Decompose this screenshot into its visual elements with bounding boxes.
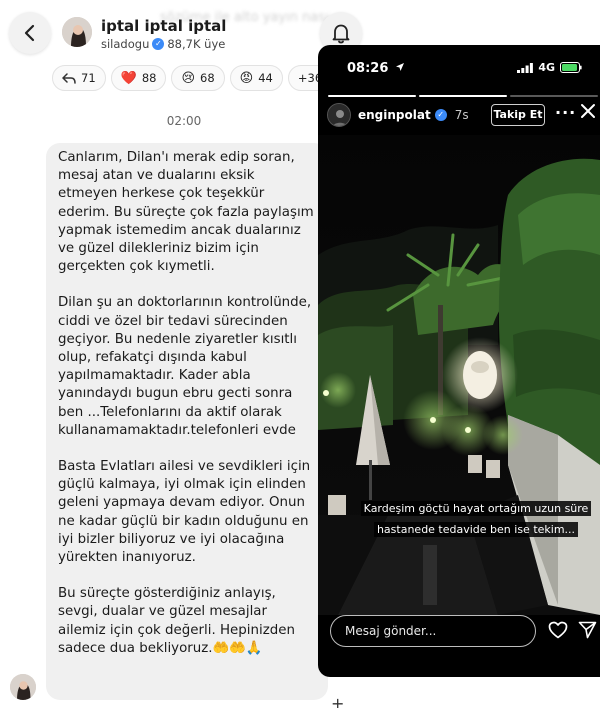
network-type: 4G bbox=[538, 61, 555, 74]
back-arrow-icon bbox=[24, 24, 35, 42]
verified-icon: ✓ bbox=[434, 109, 447, 121]
reaction-sad-chip[interactable]: 😢 68 bbox=[171, 65, 225, 91]
story-avatar[interactable] bbox=[327, 103, 351, 127]
back-button[interactable] bbox=[9, 12, 51, 54]
location-arrow-icon bbox=[395, 63, 404, 71]
channel-avatar[interactable] bbox=[62, 17, 92, 47]
reaction-count: 71 bbox=[81, 71, 96, 85]
battery-icon bbox=[560, 62, 582, 73]
message-paragraph: Dilan şu an doktorlarının kontrolünde, c… bbox=[58, 295, 312, 438]
channel-members: 88,7K üye bbox=[167, 37, 226, 51]
message-paragraph: Bu süreçte gösterdiğiniz anlayış, sevgi,… bbox=[58, 586, 295, 656]
story-viewer: 08:26 4G enginpolat ✓ 7s Takip Et ··· Ka… bbox=[318, 45, 600, 677]
message-reply-input[interactable]: Mesaj gönder... bbox=[330, 615, 536, 647]
status-bar: 08:26 4G bbox=[318, 45, 600, 91]
heart-emoji-icon: ❤️ bbox=[120, 70, 137, 86]
message-paragraph: Basta Evlatları ailesi ve sevdikleri içi… bbox=[58, 459, 311, 566]
follow-button[interactable]: Takip Et bbox=[491, 104, 545, 126]
bell-icon bbox=[332, 24, 350, 44]
progress-segment bbox=[328, 95, 416, 97]
angry-emoji-icon: 😡 bbox=[239, 70, 254, 86]
story-progress bbox=[328, 95, 598, 97]
channel-name[interactable]: iptal iptal iptal bbox=[101, 17, 226, 35]
status-right: 4G bbox=[517, 61, 582, 74]
progress-segment bbox=[419, 95, 507, 97]
story-user[interactable]: enginpolat ✓ 7s bbox=[358, 108, 469, 122]
sender-avatar[interactable] bbox=[10, 674, 36, 700]
channel-handle: siladogu bbox=[101, 37, 150, 51]
reaction-heart-chip[interactable]: ❤️ 88 bbox=[110, 65, 167, 91]
message-timestamp: 02:00 bbox=[166, 114, 202, 128]
message-paragraph: Canlarım, Dilan'ı merak edip soran, mesa… bbox=[58, 150, 314, 275]
story-photo bbox=[318, 135, 600, 615]
verified-icon: ✓ bbox=[152, 38, 165, 50]
heart-icon[interactable] bbox=[548, 621, 568, 639]
reaction-angry-chip[interactable]: 😡 44 bbox=[229, 65, 283, 91]
reaction-count: 88 bbox=[141, 71, 157, 85]
reactions-bar: 71 ❤️ 88 😢 68 😡 44 +36 bbox=[52, 65, 333, 91]
progress-segment bbox=[510, 95, 598, 97]
sad-emoji-icon: 😢 bbox=[181, 70, 196, 86]
story-username: enginpolat bbox=[358, 108, 431, 122]
reaction-count: 68 bbox=[200, 71, 215, 85]
signal-icon bbox=[517, 62, 534, 73]
status-clock: 08:26 bbox=[347, 61, 405, 76]
reply-arrow-icon bbox=[62, 72, 76, 84]
story-caption: Kardeşim göçtü hayat ortağım uzun süre h… bbox=[334, 497, 600, 539]
message-bubble[interactable]: Canlarım, Dilan'ı merak edip soran, mesa… bbox=[46, 143, 328, 700]
more-options-icon[interactable]: ··· bbox=[555, 103, 576, 122]
send-icon[interactable] bbox=[578, 621, 597, 639]
channel-subtitle: siladogu ✓ 88,7K üye bbox=[101, 37, 225, 51]
close-icon[interactable] bbox=[580, 103, 596, 119]
reaction-count: 44 bbox=[258, 71, 273, 85]
plus-icon[interactable]: + bbox=[331, 694, 344, 708]
reaction-reply-chip[interactable]: 71 bbox=[52, 65, 106, 91]
story-time: 7s bbox=[454, 108, 469, 122]
